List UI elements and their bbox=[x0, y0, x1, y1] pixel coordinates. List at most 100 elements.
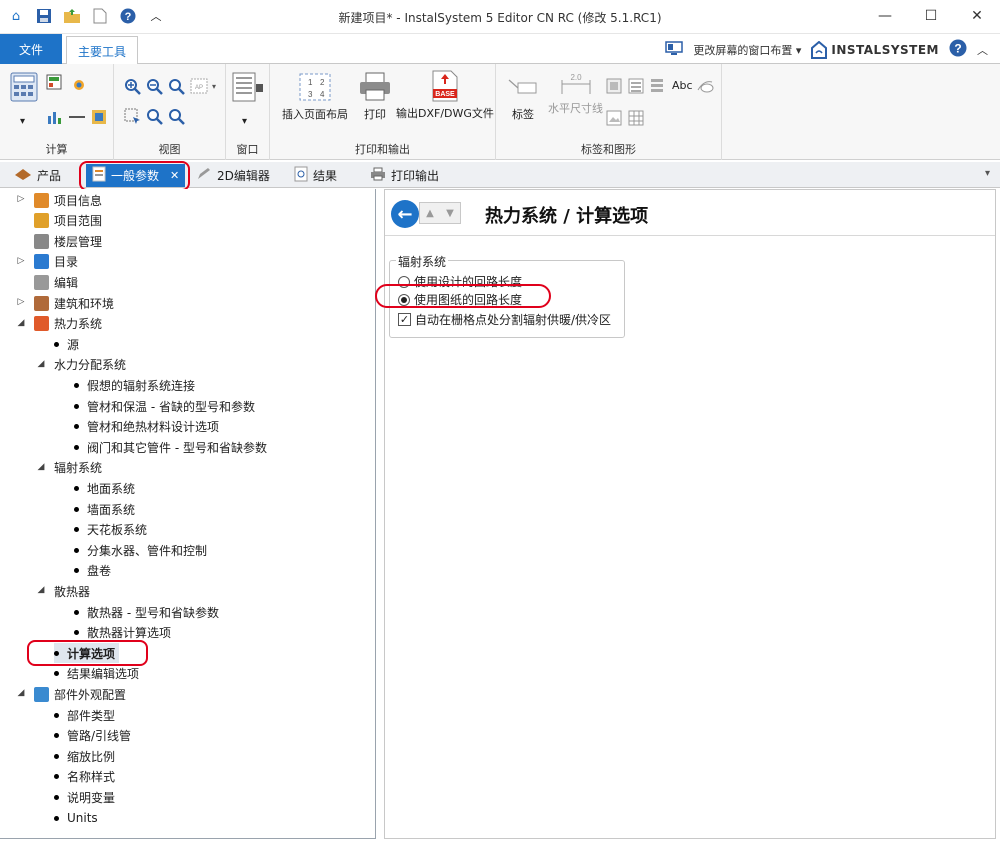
zoom-extent-icon[interactable] bbox=[168, 78, 186, 96]
back-arrow-icon[interactable]: ← bbox=[391, 200, 419, 228]
tree-item[interactable]: 天花板系统 bbox=[74, 520, 147, 540]
tree-item[interactable]: 地面系统 bbox=[74, 478, 135, 498]
zoom-out-icon[interactable] bbox=[146, 78, 164, 96]
tree-expander-icon[interactable]: ◢ bbox=[16, 318, 26, 328]
tree-item[interactable]: 项目信息 bbox=[34, 190, 102, 210]
paint-icon[interactable] bbox=[90, 108, 108, 126]
bullet-icon bbox=[74, 424, 79, 430]
grid-icon[interactable] bbox=[650, 78, 664, 94]
line-icon[interactable] bbox=[68, 112, 86, 122]
tree-expander-icon[interactable]: ▷ bbox=[16, 194, 26, 204]
tree-item[interactable]: 假想的辐射系统连接 bbox=[74, 375, 195, 395]
picture-frame-icon[interactable] bbox=[606, 110, 622, 126]
tree-item[interactable]: 管路/引线管 bbox=[54, 726, 131, 746]
tab-results[interactable]: 结果 bbox=[288, 164, 343, 187]
zoom-all-icon[interactable] bbox=[168, 108, 186, 126]
table-icon[interactable] bbox=[628, 110, 644, 126]
tree-item[interactable]: 说明变量 bbox=[54, 787, 115, 807]
bullet-icon bbox=[54, 774, 59, 780]
tree-item[interactable]: 热力系统 bbox=[34, 314, 102, 334]
tab-main-tools[interactable]: 主要工具 bbox=[66, 36, 138, 65]
tree-item[interactable]: 辐射系统 bbox=[54, 458, 102, 478]
table-list-icon[interactable] bbox=[628, 78, 644, 94]
tab-overflow-icon[interactable]: ▾ bbox=[985, 168, 990, 179]
tab-2d-editor-label: 2D编辑器 bbox=[217, 169, 270, 183]
tree-expander-icon[interactable]: ◢ bbox=[36, 585, 46, 595]
tree-item-label: 项目信息 bbox=[54, 193, 103, 208]
checkbox-auto-split[interactable]: ✓ 自动在栅格点处分割辐射供暖/供冷区 bbox=[398, 311, 611, 328]
tree-item[interactable]: 结果编辑选项 bbox=[54, 664, 139, 684]
tree-item[interactable]: 水力分配系统 bbox=[54, 355, 126, 375]
appearance-icon bbox=[34, 686, 49, 702]
calculator-button[interactable] bbox=[10, 72, 38, 102]
tree-item[interactable]: 部件类型 bbox=[54, 705, 115, 725]
tree-item-label: 假想的辐射系统连接 bbox=[87, 378, 196, 393]
tree-expander-icon[interactable]: ◢ bbox=[36, 359, 46, 369]
info-icon bbox=[34, 192, 49, 208]
calc-check-icon[interactable] bbox=[46, 74, 68, 92]
tree-item[interactable]: 缩放比例 bbox=[54, 746, 115, 766]
tree-item[interactable]: 分集水器、管件和控制 bbox=[74, 540, 207, 560]
tree-item[interactable]: 名称样式 bbox=[54, 767, 115, 787]
minimize-button[interactable]: — bbox=[862, 0, 908, 32]
tree-item[interactable]: 管材和绝热材料设计选项 bbox=[74, 417, 219, 437]
text-abc-button[interactable]: Abc bbox=[672, 79, 693, 92]
tree-item[interactable]: 管材和保温 - 省缺的型号和参数 bbox=[74, 396, 255, 416]
tab-product[interactable]: 产品 bbox=[8, 164, 67, 187]
help-button[interactable]: ? bbox=[949, 39, 967, 60]
group-labels-label: 标签和图形 bbox=[581, 143, 636, 156]
image-icon[interactable] bbox=[606, 78, 622, 94]
tree-item[interactable]: 项目范围 bbox=[34, 211, 102, 231]
panel-header: ← ▲ ▼ 热力系统 / 计算选项 bbox=[385, 190, 995, 236]
bullet-icon bbox=[74, 547, 79, 553]
tree-item[interactable]: 散热器 - 型号和省缺参数 bbox=[74, 602, 219, 622]
tree-item-label: 管材和保温 - 省缺的型号和参数 bbox=[87, 399, 255, 414]
print-button[interactable]: 打印 bbox=[358, 72, 392, 122]
tree-item[interactable]: 编辑 bbox=[34, 272, 78, 292]
close-button[interactable]: ✕ bbox=[954, 0, 1000, 32]
horizontal-dim-button[interactable]: 2.0 水平尺寸线 bbox=[548, 72, 603, 116]
label-button[interactable]: 标签 bbox=[508, 78, 538, 122]
tab-print-output[interactable]: 打印输出 bbox=[364, 164, 445, 187]
tree-item[interactable]: 楼层管理 bbox=[34, 231, 102, 251]
tree-item[interactable]: 源 bbox=[54, 334, 79, 354]
tree-expander-icon[interactable]: ◢ bbox=[36, 462, 46, 472]
nav-down-icon[interactable]: ▼ bbox=[446, 208, 454, 219]
tab-print-output-label: 打印输出 bbox=[391, 169, 440, 183]
zoom-window-icon[interactable] bbox=[146, 108, 164, 126]
tree-expander-icon[interactable]: ▷ bbox=[16, 256, 26, 266]
tree-expander-icon[interactable]: ◢ bbox=[16, 688, 26, 698]
calc-dropdown-icon[interactable]: ▾ bbox=[20, 116, 25, 127]
tree-item[interactable]: 目录 bbox=[34, 252, 78, 272]
tree-item[interactable]: 阀门和其它管件 - 型号和省缺参数 bbox=[74, 437, 267, 457]
tree-expander-icon[interactable]: ▷ bbox=[16, 297, 26, 307]
nav-up-icon[interactable]: ▲ bbox=[426, 208, 434, 219]
tree-item[interactable]: 建筑和环境 bbox=[34, 293, 114, 313]
tree-item-label: 天花板系统 bbox=[87, 523, 148, 538]
tree-item[interactable]: 部件外观配置 bbox=[34, 684, 126, 704]
maximize-button[interactable]: ☐ bbox=[908, 0, 954, 32]
insert-layout-button[interactable]: 1234 插入页面布局 bbox=[282, 72, 348, 122]
window-layout-icon[interactable] bbox=[232, 72, 264, 102]
tree-item[interactable]: 散热器 bbox=[54, 581, 90, 601]
tree-item-label: 墙面系统 bbox=[87, 502, 136, 517]
heating-sun-icon[interactable] bbox=[70, 76, 88, 94]
zoom-in-icon[interactable] bbox=[124, 78, 142, 96]
window-dropdown-icon[interactable]: ▾ bbox=[242, 116, 247, 127]
tree-item[interactable]: 盘卷 bbox=[74, 561, 111, 581]
tree-item[interactable]: Units bbox=[54, 808, 98, 828]
tab-2d-editor[interactable]: 2D编辑器 bbox=[190, 164, 276, 187]
collapse-icon[interactable]: ︿ bbox=[977, 42, 988, 58]
layout-menu[interactable]: 更改屏幕的窗口布置 ▾ bbox=[693, 42, 801, 58]
tab-file[interactable]: 文件 bbox=[0, 34, 62, 64]
zoom-percent-icon[interactable]: AP ▾ bbox=[190, 78, 216, 94]
edit-icon bbox=[34, 274, 49, 290]
select-area-icon[interactable] bbox=[124, 108, 142, 126]
chart-icon[interactable] bbox=[46, 108, 64, 126]
bullet-icon bbox=[54, 733, 59, 739]
export-dxf-button[interactable]: BASE 输出DXF/DWG文件 bbox=[396, 70, 494, 121]
tree-item[interactable]: 墙面系统 bbox=[74, 499, 135, 519]
checkbox-auto-split-control[interactable]: ✓ bbox=[398, 313, 411, 326]
callout-icon[interactable] bbox=[696, 78, 714, 94]
svg-text:?: ? bbox=[954, 42, 961, 56]
